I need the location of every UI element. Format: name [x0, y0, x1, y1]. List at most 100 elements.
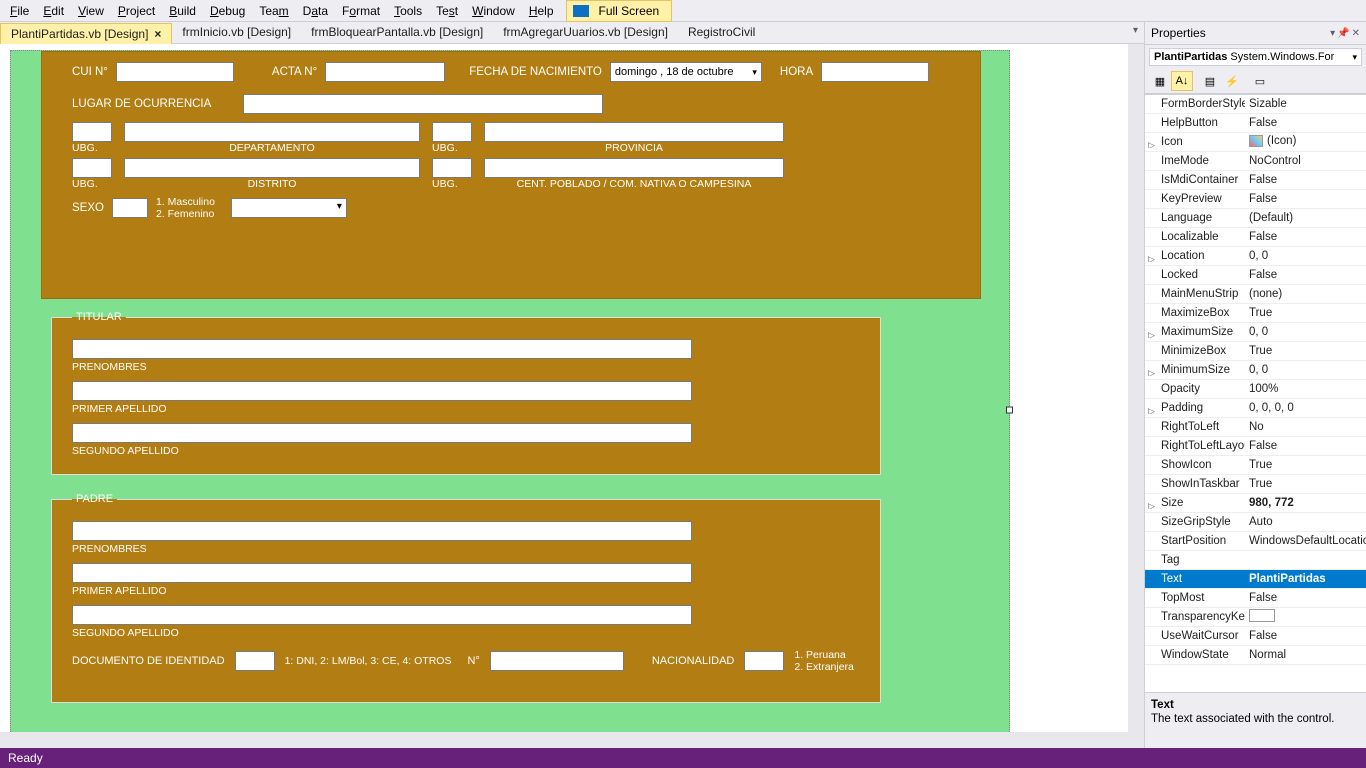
input-padre-prenombres[interactable] [72, 521, 692, 541]
expand-icon[interactable]: ▷ [1148, 501, 1155, 509]
property-row[interactable]: MinimizeBoxTrue [1145, 342, 1366, 361]
input-provincia[interactable] [484, 122, 784, 142]
input-nacionalidad[interactable] [744, 651, 784, 671]
property-value[interactable]: 0, 0 [1245, 364, 1366, 376]
property-value[interactable]: (Default) [1245, 212, 1366, 224]
property-row[interactable]: WindowStateNormal [1145, 646, 1366, 665]
property-row[interactable]: TextPlantiPartidas [1145, 570, 1366, 589]
properties-titlebar[interactable]: Properties ▾ 📌 ✕ [1145, 22, 1366, 45]
property-row[interactable]: UseWaitCursorFalse [1145, 627, 1366, 646]
property-value[interactable]: False [1245, 440, 1366, 452]
property-row[interactable]: IsMdiContainerFalse [1145, 171, 1366, 190]
menu-data[interactable]: Data [297, 2, 334, 20]
property-value[interactable]: WindowsDefaultLocation [1245, 535, 1366, 547]
document-tab[interactable]: frmInicio.vb [Design] [172, 22, 301, 43]
property-row[interactable]: ▷MaximumSize0, 0 [1145, 323, 1366, 342]
property-value[interactable]: NoControl [1245, 155, 1366, 167]
document-tab[interactable]: frmAgregarUuarios.vb [Design] [493, 22, 678, 43]
input-hora[interactable] [821, 62, 929, 82]
datepicker-fechanac[interactable]: domingo , 18 de octubre ▾ [610, 62, 762, 82]
document-tab[interactable]: RegistroCivil [678, 22, 765, 43]
property-row[interactable]: TopMostFalse [1145, 589, 1366, 608]
property-value[interactable]: 980, 772 [1245, 497, 1366, 509]
property-value[interactable]: False [1245, 630, 1366, 642]
input-ubg-dep[interactable] [72, 122, 112, 142]
property-value[interactable]: No [1245, 421, 1366, 433]
property-value[interactable]: True [1245, 478, 1366, 490]
input-titular-prenombres[interactable] [72, 339, 692, 359]
alphabetical-button[interactable]: A↓ [1171, 71, 1193, 91]
property-row[interactable]: Language(Default) [1145, 209, 1366, 228]
scrollbar-horizontal[interactable] [0, 732, 1128, 748]
menu-edit[interactable]: Edit [37, 2, 70, 20]
input-titular-primerap[interactable] [72, 381, 692, 401]
fullscreen-button[interactable]: Full Screen [566, 0, 673, 22]
property-row[interactable]: ▷Padding0, 0, 0, 0 [1145, 399, 1366, 418]
property-row[interactable]: ▷Size980, 772 [1145, 494, 1366, 513]
scrollbar-vertical[interactable] [1128, 44, 1144, 748]
property-row[interactable]: MainMenuStrip(none) [1145, 285, 1366, 304]
property-row[interactable]: ▷MinimumSize0, 0 [1145, 361, 1366, 380]
property-row[interactable]: ▷Icon(Icon) [1145, 133, 1366, 152]
input-lugar[interactable] [243, 94, 603, 114]
events-button[interactable]: ⚡ [1221, 71, 1243, 91]
property-value[interactable]: False [1245, 174, 1366, 186]
property-row[interactable]: ShowInTaskbarTrue [1145, 475, 1366, 494]
input-ubg-dist[interactable] [72, 158, 112, 178]
input-acta[interactable] [325, 62, 445, 82]
form-canvas[interactable]: CUI N° ACTA N° FECHA DE NACIMIENTO domin… [10, 50, 1010, 748]
property-row[interactable]: FormBorderStyleSizable [1145, 95, 1366, 114]
property-row[interactable]: RightToLeftLayoutFalse [1145, 437, 1366, 456]
property-row[interactable]: ShowIconTrue [1145, 456, 1366, 475]
expand-icon[interactable]: ▷ [1148, 330, 1155, 338]
property-row[interactable]: SizeGripStyleAuto [1145, 513, 1366, 532]
combo-sexo[interactable] [231, 198, 347, 218]
property-row[interactable]: HelpButtonFalse [1145, 114, 1366, 133]
properties-view-button[interactable]: ▤ [1199, 71, 1221, 91]
property-value[interactable]: False [1245, 231, 1366, 243]
close-icon[interactable]: ✕ [1352, 28, 1360, 39]
input-distrito[interactable] [124, 158, 420, 178]
menu-format[interactable]: Format [336, 2, 386, 20]
categorized-button[interactable]: ▦ [1149, 71, 1171, 91]
menu-debug[interactable]: Debug [204, 2, 251, 20]
input-padre-primerap[interactable] [72, 563, 692, 583]
menu-window[interactable]: Window [466, 2, 521, 20]
form-designer[interactable]: CUI N° ACTA N° FECHA DE NACIMIENTO domin… [0, 44, 1144, 748]
property-value[interactable]: (none) [1245, 288, 1366, 300]
property-value[interactable]: True [1245, 459, 1366, 471]
input-docnum[interactable] [490, 651, 624, 671]
property-value[interactable]: True [1245, 345, 1366, 357]
menu-tools[interactable]: Tools [388, 2, 428, 20]
menu-view[interactable]: View [72, 2, 110, 20]
input-titular-segundoap[interactable] [72, 423, 692, 443]
expand-icon[interactable]: ▷ [1148, 254, 1155, 262]
document-tab[interactable]: frmBloquearPantalla.vb [Design] [301, 22, 493, 43]
expand-icon[interactable]: ▷ [1148, 368, 1155, 376]
property-row[interactable]: RightToLeftNo [1145, 418, 1366, 437]
group-padre[interactable]: PADRE PRENOMBRES PRIMER APELLIDO SEGUNDO… [51, 493, 881, 703]
input-departamento[interactable] [124, 122, 420, 142]
pin-icon[interactable]: 📌 [1337, 28, 1349, 39]
property-row[interactable]: ▷Location0, 0 [1145, 247, 1366, 266]
menu-project[interactable]: Project [112, 2, 161, 20]
expand-icon[interactable]: ▷ [1148, 406, 1155, 414]
input-ubg-prov[interactable] [432, 122, 472, 142]
property-row[interactable]: KeyPreviewFalse [1145, 190, 1366, 209]
panel-datos-acta[interactable]: CUI N° ACTA N° FECHA DE NACIMIENTO domin… [41, 51, 981, 299]
property-value[interactable]: False [1245, 117, 1366, 129]
property-row[interactable]: StartPositionWindowsDefaultLocation [1145, 532, 1366, 551]
property-row[interactable]: Opacity100% [1145, 380, 1366, 399]
input-padre-segundoap[interactable] [72, 605, 692, 625]
property-value[interactable]: False [1245, 269, 1366, 281]
menu-team[interactable]: Team [253, 2, 294, 20]
property-value[interactable]: 0, 0 [1245, 250, 1366, 262]
resize-handle-right[interactable] [1006, 407, 1013, 414]
property-value[interactable]: 0, 0, 0, 0 [1245, 402, 1366, 414]
menu-test[interactable]: Test [430, 2, 464, 20]
input-centpoblado[interactable] [484, 158, 784, 178]
group-titular[interactable]: TITULAR PRENOMBRES PRIMER APELLIDO SEGUN… [51, 311, 881, 475]
input-sexo[interactable] [112, 198, 148, 218]
menu-build[interactable]: Build [163, 2, 202, 20]
input-docid-tipo[interactable] [235, 651, 275, 671]
